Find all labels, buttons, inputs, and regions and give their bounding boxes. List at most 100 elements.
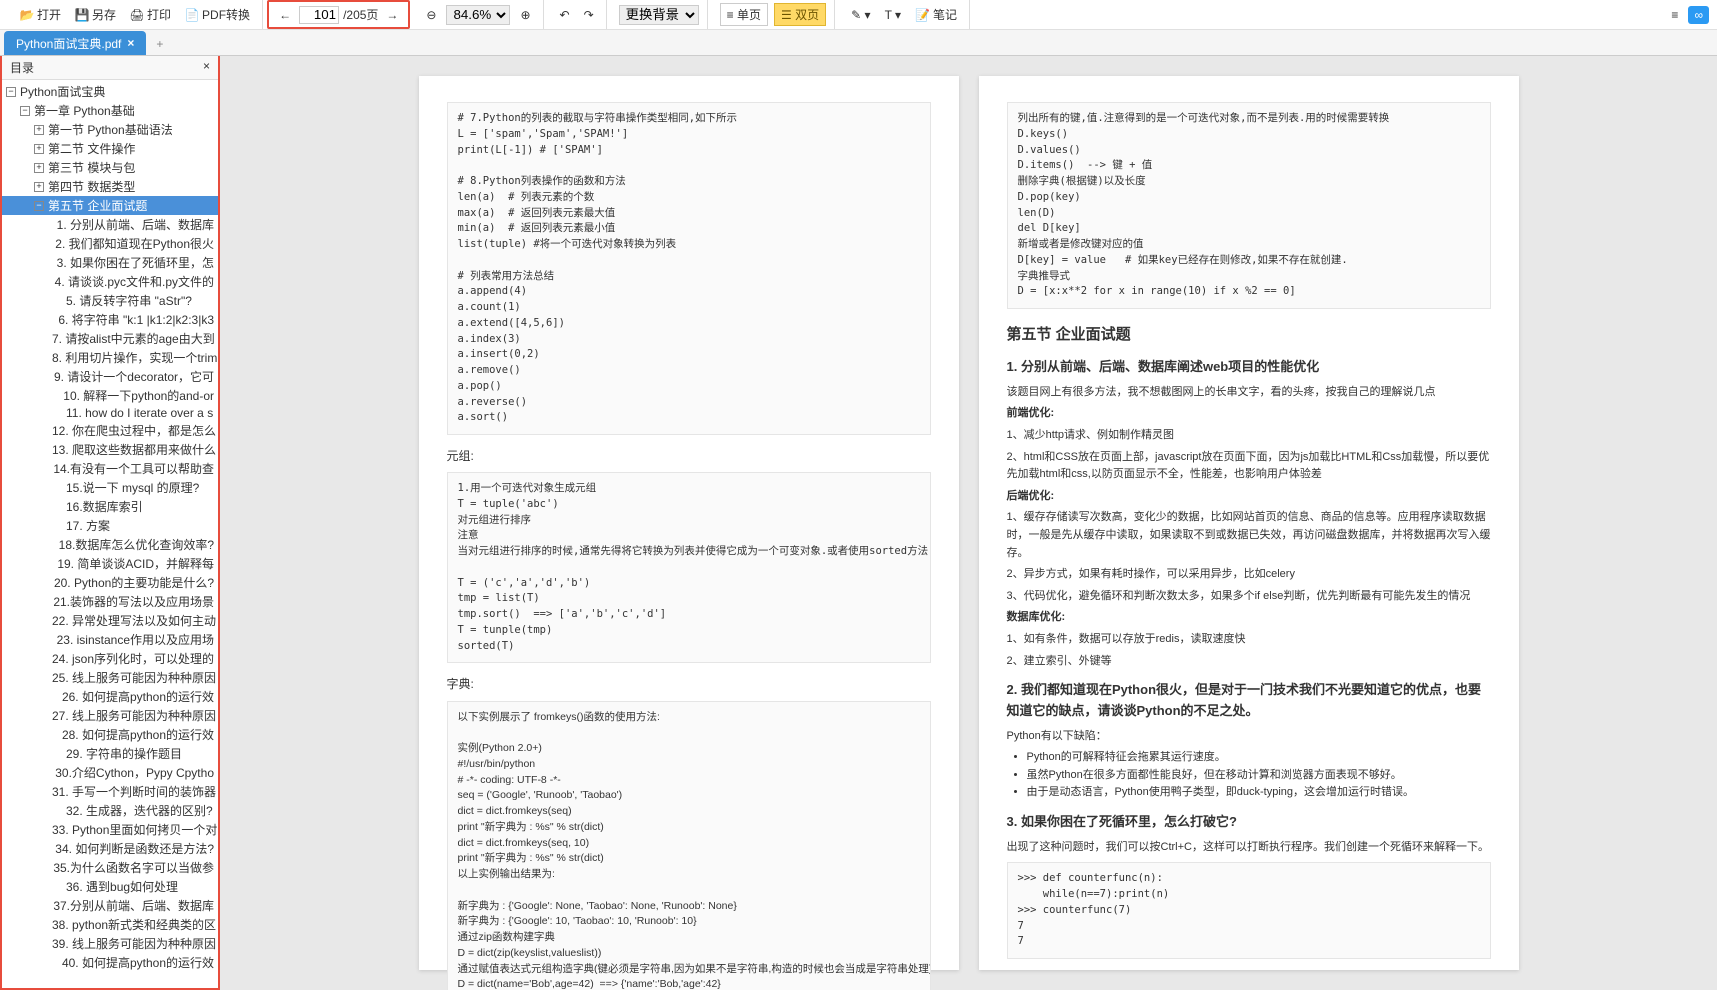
- tree-toggle-icon[interactable]: +: [34, 163, 44, 173]
- tuple-label: 元组:: [447, 447, 931, 466]
- question-heading: 3. 如果你困在了死循环里，怎么打破它?: [1007, 812, 1491, 833]
- outline-item[interactable]: 35.为什么函数名字可以当做参: [2, 858, 218, 877]
- outline-item[interactable]: 40. 如何提高python的运行效: [2, 953, 218, 972]
- rotate-left-button[interactable]: ↶: [556, 6, 574, 24]
- outline-item-label: 第二节 文件操作: [48, 140, 135, 157]
- outline-item[interactable]: 10. 解释一下python的and-or: [2, 386, 218, 405]
- rotate-right-button[interactable]: ↷: [580, 6, 598, 24]
- outline-item[interactable]: 27. 线上服务可能因为种种原因: [2, 706, 218, 725]
- outline-item[interactable]: 28. 如何提高python的运行效: [2, 725, 218, 744]
- menu-icon[interactable]: ≡: [1671, 8, 1678, 22]
- outline-item[interactable]: 38. python新式类和经典类的区: [2, 915, 218, 934]
- outline-item-label: 15.说一下 mysql 的原理?: [66, 479, 199, 496]
- outline-item[interactable]: 7. 请按alist中元素的age由大到: [2, 329, 218, 348]
- prev-page-button[interactable]: ←: [275, 6, 295, 24]
- zoom-out-button[interactable]: ⊖: [422, 6, 440, 24]
- outline-item[interactable]: −第五节 企业面试题: [2, 196, 218, 215]
- outline-item[interactable]: +第一节 Python基础语法: [2, 120, 218, 139]
- outline-item-label: 14.有没有一个工具可以帮助查: [53, 460, 214, 477]
- print-button[interactable]: 🖨打印: [126, 4, 175, 25]
- outline-item[interactable]: 15.说一下 mysql 的原理?: [2, 478, 218, 497]
- zoom-select[interactable]: 84.6%: [446, 5, 510, 25]
- outline-item[interactable]: 20. Python的主要功能是什么?: [2, 573, 218, 592]
- outline-item-label: 5. 请反转字符串 "aStr"?: [66, 292, 192, 309]
- double-page-button[interactable]: ☰ 双页: [774, 3, 826, 26]
- paragraph: Python有以下缺陷：: [1007, 728, 1491, 746]
- outline-item[interactable]: 1. 分别从前端、后端、数据库: [2, 215, 218, 234]
- outline-tree[interactable]: −Python面试宝典−第一章 Python基础+第一节 Python基础语法+…: [2, 80, 218, 988]
- outline-item-label: 16.数据库索引: [66, 498, 143, 515]
- page-number-input[interactable]: [299, 6, 339, 24]
- pdf-icon: 📄: [185, 8, 199, 22]
- close-outline-icon[interactable]: ×: [203, 59, 210, 76]
- outline-item-label: 36. 遇到bug如何处理: [66, 878, 178, 895]
- tree-toggle-icon[interactable]: +: [34, 182, 44, 192]
- outline-item-label: 12. 你在爬虫过程中，都是怎么: [52, 422, 216, 439]
- outline-item[interactable]: 37.分别从前端、后端、数据库: [2, 896, 218, 915]
- outline-item[interactable]: −第一章 Python基础: [2, 101, 218, 120]
- outline-item[interactable]: 21.装饰器的写法以及应用场景: [2, 592, 218, 611]
- dict-label: 字典:: [447, 675, 931, 694]
- tree-toggle-icon[interactable]: −: [6, 87, 16, 97]
- outline-item[interactable]: 39. 线上服务可能因为种种原因: [2, 934, 218, 953]
- code-block: 1.用一个可迭代对象生成元组 T = tuple('abc') 对元组进行排序 …: [447, 472, 931, 663]
- outline-item[interactable]: 31. 手写一个判断时间的装饰器: [2, 782, 218, 801]
- outline-item-label: 28. 如何提高python的运行效: [62, 726, 214, 743]
- outline-item[interactable]: +第四节 数据类型: [2, 177, 218, 196]
- outline-item[interactable]: 29. 字符串的操作题目: [2, 744, 218, 763]
- outline-item[interactable]: 3. 如果你困在了死循环里，怎: [2, 253, 218, 272]
- outline-item[interactable]: 12. 你在爬虫过程中，都是怎么: [2, 421, 218, 440]
- outline-item[interactable]: 2. 我们都知道现在Python很火: [2, 234, 218, 253]
- outline-item[interactable]: 26. 如何提高python的运行效: [2, 687, 218, 706]
- outline-item[interactable]: 33. Python里面如何拷贝一个对: [2, 820, 218, 839]
- open-button[interactable]: 📂打开: [16, 4, 65, 25]
- notes-button[interactable]: 📝 笔记: [911, 4, 961, 25]
- single-page-button[interactable]: ≡ 单页: [720, 3, 768, 26]
- outline-item[interactable]: 18.数据库怎么优化查询效率?: [2, 535, 218, 554]
- outline-item-label: 24. json序列化时，可以处理的: [52, 650, 214, 667]
- outline-item-label: 38. python新式类和经典类的区: [52, 916, 216, 933]
- outline-item[interactable]: 4. 请谈谈.pyc文件和.py文件的: [2, 272, 218, 291]
- outline-item[interactable]: 8. 利用切片操作，实现一个trim: [2, 348, 218, 367]
- outline-item[interactable]: 17. 方案: [2, 516, 218, 535]
- background-select[interactable]: 更换背景: [619, 5, 699, 25]
- outline-item[interactable]: 36. 遇到bug如何处理: [2, 877, 218, 896]
- outline-item[interactable]: 5. 请反转字符串 "aStr"?: [2, 291, 218, 310]
- tree-toggle-icon[interactable]: +: [34, 125, 44, 135]
- next-page-button[interactable]: →: [382, 6, 402, 24]
- tree-toggle-icon[interactable]: −: [34, 201, 44, 211]
- outline-item[interactable]: 22. 异常处理写法以及如何主动: [2, 611, 218, 630]
- outline-item[interactable]: 16.数据库索引: [2, 497, 218, 516]
- outline-item[interactable]: 11. how do I iterate over a s: [2, 405, 218, 421]
- outline-item-label: 25. 线上服务可能因为种种原因: [52, 669, 216, 686]
- outline-item[interactable]: 32. 生成器，迭代器的区别?: [2, 801, 218, 820]
- outline-item[interactable]: −Python面试宝典: [2, 82, 218, 101]
- outline-item[interactable]: 19. 简单谈谈ACID，并解释每: [2, 554, 218, 573]
- outline-item[interactable]: 25. 线上服务可能因为种种原因: [2, 668, 218, 687]
- highlight-button[interactable]: ✎ ▾: [847, 6, 874, 24]
- outline-item[interactable]: 23. isinstance作用以及应用场: [2, 630, 218, 649]
- add-tab-button[interactable]: +: [146, 33, 173, 55]
- outline-item-label: 27. 线上服务可能因为种种原因: [52, 707, 216, 724]
- outline-item[interactable]: 6. 将字符串 "k:1 |k1:2|k2:3|k3: [2, 310, 218, 329]
- tree-toggle-icon[interactable]: +: [34, 144, 44, 154]
- pdf-convert-button[interactable]: 📄PDF转换: [181, 4, 254, 25]
- saveas-button[interactable]: 💾另存: [71, 4, 120, 25]
- tree-toggle-icon[interactable]: −: [20, 106, 30, 116]
- outline-item[interactable]: +第三节 模块与包: [2, 158, 218, 177]
- outline-item[interactable]: 9. 请设计一个decorator，它可: [2, 367, 218, 386]
- outline-item[interactable]: 30.介绍Cython，Pypy Cpytho: [2, 763, 218, 782]
- question-heading: 2. 我们都知道现在Python很火，但是对于一门技术我们不光要知道它的优点，也…: [1007, 680, 1491, 722]
- outline-item[interactable]: 34. 如何判断是函数还是方法?: [2, 839, 218, 858]
- infinity-badge[interactable]: ∞: [1688, 6, 1709, 24]
- zoom-in-button[interactable]: ⊕: [516, 6, 534, 24]
- outline-item[interactable]: 24. json序列化时，可以处理的: [2, 649, 218, 668]
- outline-item[interactable]: 14.有没有一个工具可以帮助查: [2, 459, 218, 478]
- content-area[interactable]: # 7.Python的列表的截取与字符串操作类型相同,如下所示 L = ['sp…: [220, 56, 1717, 990]
- outline-item[interactable]: + 第二节 文件操作: [2, 139, 218, 158]
- outline-item[interactable]: 13. 爬取这些数据都用来做什么: [2, 440, 218, 459]
- document-tab[interactable]: Python面试宝典.pdf ×: [4, 31, 146, 55]
- tab-close-icon[interactable]: ×: [127, 36, 134, 50]
- text-button[interactable]: T ▾: [881, 6, 905, 24]
- page-total-label: /205页: [343, 6, 378, 23]
